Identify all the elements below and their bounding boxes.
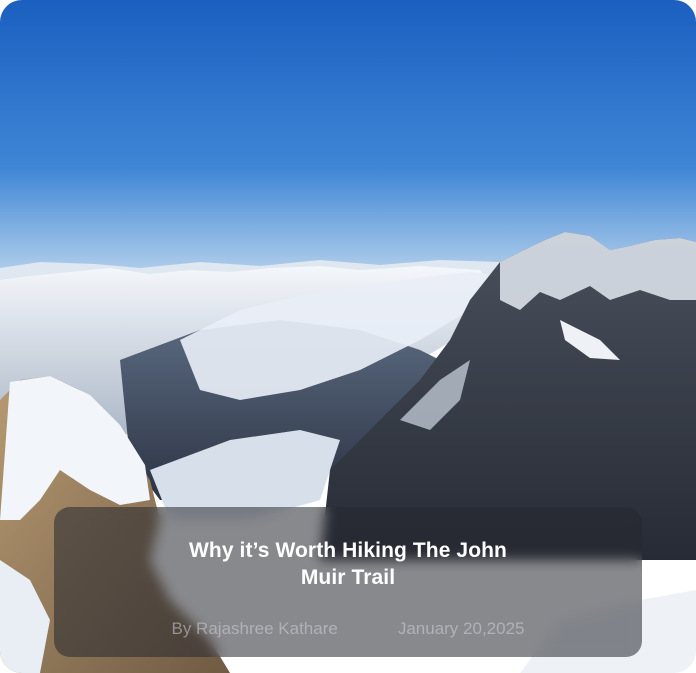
article-date: January 20,2025	[397, 619, 525, 638]
article-info-panel: Why it’s Worth Hiking The John Muir Trai…	[54, 507, 642, 657]
article-author: By Rajashree Kathare	[171, 619, 338, 638]
article-meta: By Rajashree Kathare January 20,2025	[54, 618, 642, 640]
article-title[interactable]: Why it’s Worth Hiking The John Muir Trai…	[54, 537, 642, 591]
article-card[interactable]: Why it’s Worth Hiking The John Muir Trai…	[0, 0, 696, 673]
